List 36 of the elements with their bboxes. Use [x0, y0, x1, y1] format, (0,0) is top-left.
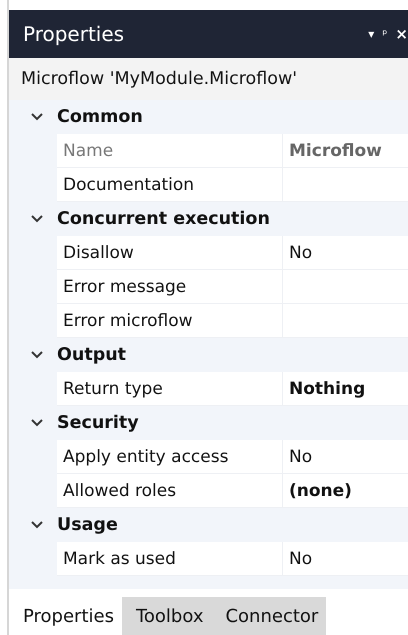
property-value[interactable]: (none)	[283, 474, 408, 507]
chevron-icon[interactable]	[31, 113, 43, 121]
property-label: Documentation	[57, 168, 283, 201]
property-value[interactable]: Nothing	[283, 372, 408, 405]
category-row[interactable]: Usage	[11, 508, 408, 542]
panel-tab[interactable]: Toolbox	[122, 597, 212, 635]
category-row[interactable]: Concurrent execution	[11, 202, 408, 236]
property-label: Mark as used	[57, 542, 283, 575]
category-row[interactable]: Security	[11, 406, 408, 440]
chevron-icon[interactable]	[31, 351, 43, 359]
category-title: Common	[57, 107, 143, 127]
subject-title: Microflow 'MyModule.Microflow'	[9, 58, 408, 100]
property-label: Name	[57, 134, 283, 167]
property-label: Error message	[57, 270, 283, 303]
panel-title: Properties	[23, 22, 124, 46]
property-value[interactable]: No	[283, 236, 408, 269]
property-value[interactable]: No	[283, 440, 408, 473]
property-label: Allowed roles	[57, 474, 283, 507]
panel-tab[interactable]: Connector	[211, 597, 326, 635]
close-icon[interactable]: ×	[395, 25, 408, 43]
category-row[interactable]: Common	[11, 100, 408, 134]
pin-icon[interactable]: ᵖ	[382, 27, 388, 41]
property-label: Apply entity access	[57, 440, 283, 473]
category-title: Security	[57, 413, 139, 433]
dropdown-icon[interactable]: ▾	[368, 27, 374, 41]
category-title: Concurrent execution	[57, 209, 270, 229]
chevron-icon[interactable]	[31, 419, 43, 427]
property-label: Disallow	[57, 236, 283, 269]
property-value[interactable]: No	[283, 542, 408, 575]
chevron-icon[interactable]	[31, 215, 43, 223]
category-title: Output	[57, 345, 126, 365]
property-label: Error microflow	[57, 304, 283, 337]
category-row[interactable]: Output	[11, 338, 408, 372]
category-title: Usage	[57, 515, 118, 535]
property-label: Return type	[57, 372, 283, 405]
chevron-icon[interactable]	[31, 521, 43, 529]
